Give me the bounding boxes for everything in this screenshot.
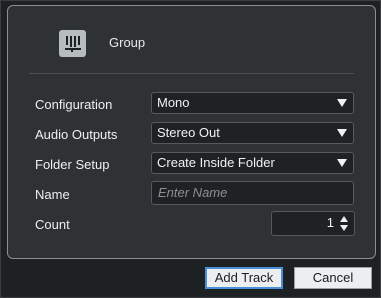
name-input[interactable]: Enter Name bbox=[151, 181, 354, 205]
folder-setup-select[interactable]: Create Inside Folder bbox=[151, 152, 354, 174]
divider bbox=[29, 73, 354, 74]
group-track-icon bbox=[59, 30, 86, 57]
folder-setup-label: Folder Setup bbox=[35, 157, 110, 172]
audio-outputs-value: Stereo Out bbox=[157, 125, 220, 140]
decrement-arrow-icon[interactable] bbox=[340, 225, 348, 231]
count-value: 1 bbox=[326, 215, 334, 230]
audio-outputs-label: Audio Outputs bbox=[35, 127, 118, 142]
configuration-select[interactable]: Mono bbox=[151, 92, 354, 114]
track-settings-panel: Group Configuration Mono Audio Outputs S… bbox=[7, 5, 376, 259]
folder-setup-value: Create Inside Folder bbox=[157, 155, 275, 170]
increment-arrow-icon[interactable] bbox=[340, 216, 348, 222]
add-track-dialog: Group Configuration Mono Audio Outputs S… bbox=[0, 0, 381, 298]
dropdown-arrow-icon bbox=[337, 99, 347, 107]
configuration-label: Configuration bbox=[35, 97, 113, 112]
dropdown-arrow-icon bbox=[337, 159, 347, 167]
dropdown-arrow-icon bbox=[337, 129, 347, 137]
audio-outputs-select[interactable]: Stereo Out bbox=[151, 122, 354, 144]
name-label: Name bbox=[35, 187, 70, 202]
track-type-label: Group bbox=[109, 35, 146, 50]
count-label: Count bbox=[35, 217, 70, 232]
cancel-button[interactable]: Cancel bbox=[294, 267, 372, 289]
add-track-button[interactable]: Add Track bbox=[205, 267, 283, 289]
count-stepper[interactable]: 1 bbox=[271, 211, 355, 236]
configuration-value: Mono bbox=[157, 95, 190, 110]
